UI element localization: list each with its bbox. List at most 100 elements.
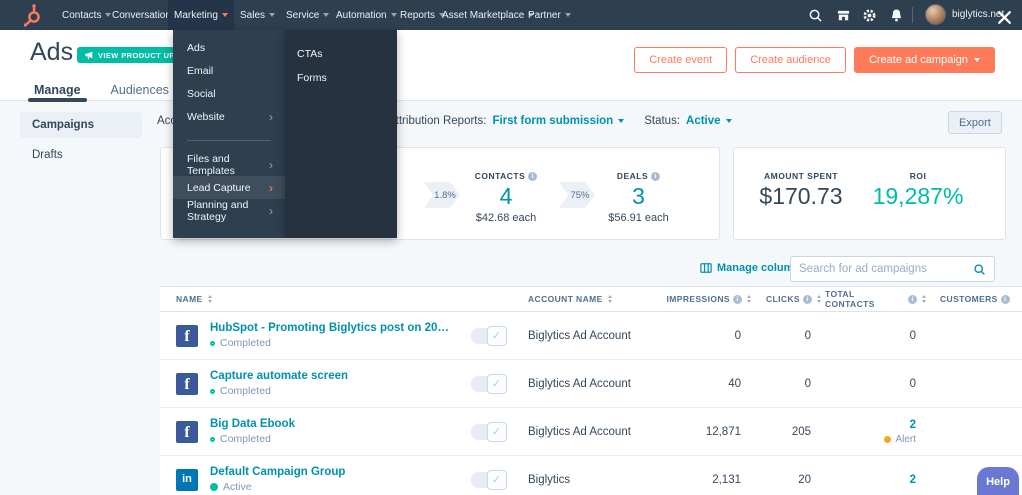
total-contacts-link[interactable]: 2 — [910, 419, 916, 431]
hubspot-logo-icon[interactable] — [20, 3, 44, 27]
sidebar-item-label: Campaigns — [32, 119, 94, 131]
nav-item-marketing[interactable]: Marketing — [168, 0, 234, 30]
search-input[interactable] — [791, 263, 973, 275]
column-header-clicks[interactable]: CLICKS i — [755, 287, 825, 311]
account-name: Biglytics — [528, 473, 571, 486]
table-row: f Big Data Ebook Completed ✓ Biglytics A… — [160, 408, 1022, 456]
close-icon[interactable] — [996, 9, 1013, 26]
sidebar-item-drafts[interactable]: Drafts — [20, 142, 142, 168]
export-button[interactable]: Export — [948, 111, 1002, 134]
campaign-status: Completed — [210, 385, 348, 397]
sidebar-item-campaigns[interactable]: Campaigns — [20, 112, 142, 138]
campaign-name-link[interactable]: Default Campaign Group — [210, 466, 345, 478]
sidebar-item-label: Drafts — [32, 149, 63, 161]
facebook-icon: f — [176, 324, 198, 347]
tab-manage[interactable]: Manage — [28, 79, 87, 102]
menu-item-files-and-templates[interactable]: Files and Templates › — [173, 153, 285, 177]
attribution-reports-label: Attribution Reports: — [388, 115, 487, 127]
submenu-item-forms[interactable]: Forms — [285, 66, 397, 90]
avatar[interactable] — [925, 4, 946, 25]
menu-item-website[interactable]: Website › — [173, 105, 285, 128]
table-row: in Default Campaign Group Active ✓ Bigly… — [160, 456, 1022, 495]
tab-audiences[interactable]: Audiences — [105, 79, 175, 101]
toggle-knob: ✓ — [486, 421, 507, 442]
menu-item-lead-capture[interactable]: Lead Capture › — [173, 176, 285, 199]
total-contacts-link[interactable]: 2 — [910, 474, 916, 486]
menu-item-email[interactable]: Email› — [173, 59, 285, 82]
campaign-name-link[interactable]: HubSpot - Promoting Biglytics post on 20… — [210, 322, 455, 334]
chevron-down-icon — [618, 119, 625, 123]
info-icon[interactable]: i — [651, 171, 661, 181]
account-name: Biglytics Ad Account — [528, 425, 631, 438]
sort-icon — [607, 295, 612, 303]
total-contacts-value: 0 — [909, 329, 916, 342]
info-icon[interactable]: i — [803, 294, 812, 304]
column-header-name[interactable]: NAME — [160, 287, 455, 311]
column-header-customers[interactable]: CUSTOMERS i — [930, 287, 1022, 311]
chevron-down-icon — [269, 13, 276, 17]
alert-badge: Alert — [884, 434, 916, 445]
info-icon[interactable]: i — [733, 294, 742, 304]
nav-item-automation[interactable]: Automation — [330, 0, 403, 30]
info-icon[interactable]: i — [1000, 294, 1010, 304]
impressions-value: 0 — [734, 329, 741, 342]
campaign-toggle[interactable]: ✓ — [470, 469, 507, 490]
amount-spent-value: $170.73 — [759, 183, 843, 209]
toggle-knob: ✓ — [486, 373, 507, 394]
tab-label: Audiences — [110, 83, 169, 97]
search-icon[interactable] — [808, 8, 823, 23]
menu-item-planning-and-strategy[interactable]: Planning and Strategy › — [173, 199, 285, 223]
marketplace-icon[interactable] — [836, 8, 851, 23]
metric-label: AMOUNT SPENT — [764, 171, 838, 181]
chevron-down-icon — [725, 119, 732, 123]
clicks-value: 0 — [804, 377, 811, 390]
campaign-status: Completed — [210, 337, 455, 349]
impressions-value: 2,131 — [712, 473, 741, 486]
create-ad-campaign-button[interactable]: Create ad campaign — [853, 47, 995, 73]
search-icon[interactable] — [973, 263, 986, 276]
chevron-right-icon: › — [269, 180, 273, 195]
help-button[interactable]: Help — [977, 467, 1019, 495]
info-icon[interactable]: i — [528, 171, 538, 181]
column-header-impressions[interactable]: IMPRESSIONS i — [645, 287, 755, 311]
stage-label: DEALS — [616, 171, 649, 181]
deals-cost: $56.91 each — [608, 212, 669, 224]
clicks-value: 0 — [804, 329, 811, 342]
create-event-button[interactable]: Create event — [634, 47, 728, 73]
menu-divider — [187, 140, 271, 141]
column-header-total-contacts[interactable]: TOTAL CONTACTS i — [825, 287, 930, 311]
column-header-account[interactable]: ACCOUNT NAME — [520, 287, 645, 311]
attribution-reports-dropdown[interactable]: First form submission — [492, 115, 625, 127]
info-icon[interactable]: i — [908, 294, 917, 304]
top-nav: Contacts Conversations Marketing Sales S… — [0, 0, 1022, 30]
campaign-name-link[interactable]: Big Data Ebook — [210, 418, 295, 430]
page-header: Ads VIEW PRODUCT UPDATES Create event Cr… — [0, 30, 1022, 102]
nav-item-partner[interactable]: Partner — [522, 0, 577, 30]
table-row: f HubSpot - Promoting Biglytics post on … — [160, 312, 1022, 360]
menu-item-social[interactable]: Social› — [173, 82, 285, 105]
nav-divider — [912, 7, 913, 23]
campaign-toggle[interactable]: ✓ — [470, 373, 507, 394]
header-buttons: Create event Create audience Create ad c… — [634, 47, 995, 73]
chevron-down-icon — [564, 13, 571, 17]
alert-dot-icon — [884, 435, 892, 443]
nav-item-service[interactable]: Service — [280, 0, 335, 30]
status-dropdown[interactable]: Active — [686, 115, 732, 127]
nav-item-label: Service — [286, 9, 320, 21]
menu-item-ads[interactable]: Ads› — [173, 36, 285, 59]
nav-item-label: Automation — [336, 9, 387, 21]
tab-label: Manage — [34, 83, 81, 97]
deals-value: 3 — [632, 183, 645, 209]
clicks-value: 205 — [791, 425, 811, 438]
campaign-status: Active — [210, 481, 345, 493]
gear-icon[interactable] — [862, 8, 877, 23]
create-audience-button[interactable]: Create audience — [735, 47, 846, 73]
nav-item-label: Partner — [528, 9, 561, 21]
nav-item-sales[interactable]: Sales — [234, 0, 281, 30]
campaign-toggle[interactable]: ✓ — [470, 421, 507, 442]
submenu-item-ctas[interactable]: CTAs — [285, 42, 397, 66]
bell-icon[interactable] — [889, 8, 904, 23]
campaign-toggle[interactable]: ✓ — [470, 325, 507, 346]
campaign-name-link[interactable]: Capture automate screen — [210, 370, 348, 382]
customers-value — [930, 312, 1022, 359]
